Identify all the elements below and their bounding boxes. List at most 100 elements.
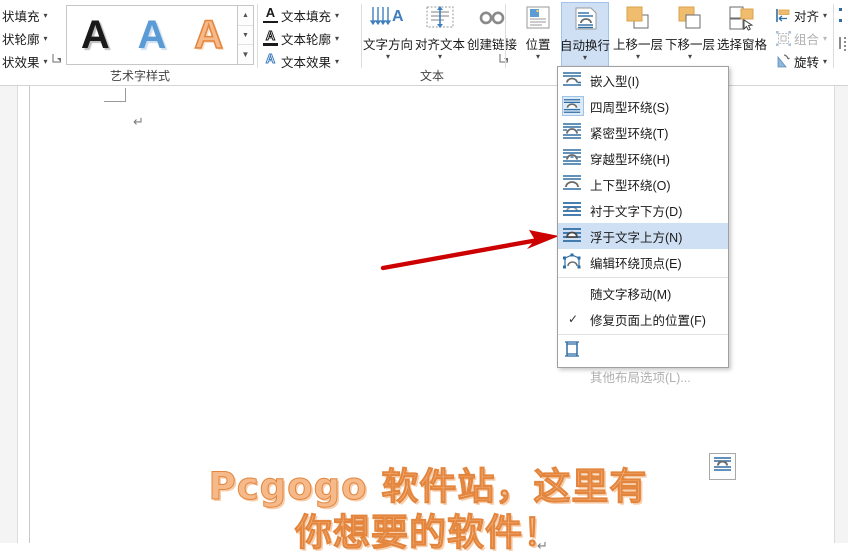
group-divider [833,4,834,68]
shape-fill-label: 状填充 [2,9,40,24]
chevron-down-icon[interactable]: ▾ [823,11,827,20]
menu-item-more-layout-options[interactable] [558,337,728,363]
align-text-icon [420,5,460,39]
chevron-down-icon[interactable]: ▾ [44,11,48,20]
selection-pane-button[interactable]: 选择窗格 [717,2,768,68]
menu-item-label: 随文字移动(M) [590,287,672,302]
bring-forward-button[interactable]: 上移一层 ▾ [613,2,663,68]
wrap-behind-text-icon [562,200,584,220]
wrap-text-button[interactable]: 自动换行 ▾ [560,2,611,68]
text-fill-label: 文本填充 [281,9,332,24]
wordart-style-3[interactable]: A [193,13,223,57]
align-button[interactable]: 对齐 ▾ [773,4,829,26]
position-button[interactable]: 位置 ▾ [514,2,562,68]
rotate-button[interactable]: 旋转 ▾ [773,50,829,72]
menu-item-square[interactable]: 四周型环绕(S) [558,93,728,119]
group-objects-icon [775,30,792,47]
chevron-down-icon[interactable]: ▾ [583,53,587,62]
scroll-up-icon[interactable]: ▲ [238,6,253,26]
chevron-down-icon[interactable]: ▾ [688,52,692,61]
menu-item-tight[interactable]: 紧密型环绕(T) [558,119,728,145]
selection-pane-label: 选择窗格 [717,38,768,52]
wrap-square-icon [562,96,584,116]
menu-item-inline[interactable]: 嵌入型(I) [558,67,728,93]
ribbon-group-wordart-styles: A 状填充 ▾ A 状轮廓 ▾ A 状效果 ▾ A A A [0,0,258,86]
menu-item-top-bottom[interactable]: 上下型环绕(O) [558,171,728,197]
chevron-down-icon[interactable]: ▾ [386,52,390,61]
wordart-dialog-launcher[interactable] [52,53,63,64]
selection-pane-icon [722,5,762,39]
wrap-text-menu[interactable]: 嵌入型(I) 四周型环绕(S) 紧密型环绕(T) 穿越型环绕(H) 上下型环绕(… [557,66,729,385]
chevron-down-icon[interactable]: ▾ [536,52,540,61]
menu-item-through[interactable]: 穿越型环绕(H) [558,145,728,171]
align-text-button[interactable]: 对齐文本 ▾ [415,2,466,68]
wordart-text[interactable]: Pcgogo 软件站，这里有 你想要的软件！ [168,464,688,556]
text-outline-label: 文本轮廓 [281,32,332,47]
wordart-style-gallery[interactable]: A A A [66,5,238,65]
chevron-down-icon[interactable]: ▾ [44,57,48,66]
wordart-style-2[interactable]: A [138,14,167,56]
group-label-wordart-styles: 艺术字样式 [109,69,170,83]
menu-item-label: 穿越型环绕(H) [590,152,670,167]
text-outline-button[interactable]: A 文本轮廓 ▾ [260,27,341,49]
position-label: 位置 [525,38,551,52]
rotate-label: 旋转 [794,55,820,70]
gallery-more-icon[interactable]: ▼ [238,45,253,64]
wordart-style-1[interactable]: A [81,14,110,56]
chevron-down-icon[interactable]: ▾ [335,57,339,66]
menu-item-label: 编辑环绕顶点(E) [590,256,682,271]
group-label-text: 文本 [419,69,444,83]
scroll-down-icon[interactable]: ▼ [238,26,253,46]
chevron-down-icon[interactable]: ▾ [823,57,827,66]
no-icon [562,366,584,386]
menu-item-edit-wrap-points[interactable]: 编辑环绕顶点(E) [558,249,728,275]
chevron-down-icon[interactable]: ▾ [335,11,339,20]
send-backward-button[interactable]: 下移一层 ▾ [665,2,715,68]
wrap-text-icon [565,6,605,40]
text-direction-button[interactable]: A 文字方向 ▾ [363,2,413,68]
top-margin-corner-mark [104,88,126,102]
text-effects-button[interactable]: A 文本效果 ▾ [260,50,341,72]
menu-item-label: 其他布局选项(L)... [590,370,691,385]
shape-outline-button[interactable]: A 状轮廓 ▾ [0,27,50,49]
menu-item-label: 紧密型环绕(T) [590,126,669,141]
chevron-down-icon[interactable]: ▾ [438,52,442,61]
menu-item-fix-position-on-page[interactable]: ✓ 修复页面上的位置(F) [558,306,728,332]
wordart-line-2: 你想要的软件！ [295,511,561,555]
paragraph-mark-wordart: ↵ [537,538,548,553]
menu-item-move-with-text[interactable]: 随文字移动(M) [558,280,728,306]
menu-item-set-as-default-layout: 其他布局选项(L)... [558,363,728,389]
send-backward-icon [670,5,710,39]
menu-separator [558,277,728,278]
shape-effects-label: 状效果 [2,55,40,70]
wrap-through-icon [562,148,584,168]
text-direction-icon: A [368,5,408,39]
wrap-inline-icon [562,70,584,90]
layout-options-button[interactable] [709,453,736,480]
wrap-topbottom-icon [562,174,584,194]
text-fill-button[interactable]: A 文本填充 ▾ [260,4,341,26]
wrap-text-label: 自动换行 [560,39,611,53]
shape-outline-label: 状轮廓 [2,32,40,47]
shape-fill-button[interactable]: A 状填充 ▾ [0,4,50,26]
menu-item-behind-text[interactable]: 衬于文字下方(D) [558,197,728,223]
red-callout-arrow [380,230,559,271]
chevron-down-icon[interactable]: ▾ [44,34,48,43]
chevron-down-icon[interactable]: ▾ [335,34,339,43]
bring-forward-icon [618,5,658,39]
align-text-label: 对齐文本 [415,38,466,52]
chevron-down-icon: ▾ [823,33,828,43]
align-objects-icon [775,7,792,24]
menu-item-label: 上下型环绕(O) [590,178,671,193]
chevron-down-icon[interactable]: ▾ [636,52,640,61]
next-group-clipped-icons[interactable] [839,6,848,73]
ribbon-group-text: A 文本填充 ▾ A 文本轮廓 ▾ A 文本效果 ▾ A 文字方向 ▾ 对齐文本… [258,0,517,86]
outline-A-icon: A [262,28,279,47]
wordart-gallery-scrollbar[interactable]: ▲ ▼ ▼ [238,5,254,65]
more-layout-icon [562,340,584,360]
text-effects-label: 文本效果 [281,55,332,70]
menu-item-label: 嵌入型(I) [590,74,640,89]
position-icon [518,5,558,39]
fill-A-icon: A [262,6,279,24]
menu-item-in-front-of-text[interactable]: 浮于文字上方(N) [558,223,728,249]
